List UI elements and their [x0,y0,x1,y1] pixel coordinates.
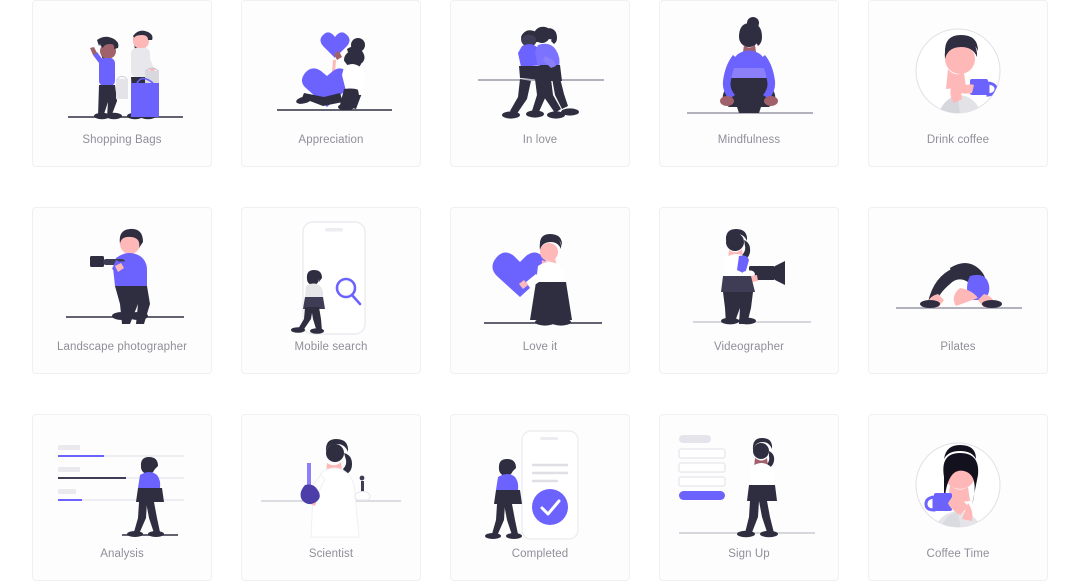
illustration-card-videographer[interactable]: Videographer [659,207,839,374]
illustration-card-scientist[interactable]: Scientist [241,414,421,581]
mindfulness-illustration [665,9,833,133]
card-label: Love it [522,341,558,353]
illustration-card-landscape-photographer[interactable]: Landscape photographer [32,207,212,374]
card-label: Scientist [308,548,354,560]
illustration-card-in-love[interactable]: In love [450,0,630,167]
illustration-card-drink-coffee[interactable]: Drink coffee [868,0,1048,167]
card-label: Videographer [713,341,785,353]
sign-up-illustration [665,423,833,547]
in-love-illustration [456,9,624,133]
illustration-card-appreciation[interactable]: Appreciation [241,0,421,167]
card-label: Landscape photographer [56,341,188,353]
mobile-search-illustration [247,216,415,340]
illustration-card-mindfulness[interactable]: Mindfulness [659,0,839,167]
card-label: Sign Up [728,548,770,560]
illustration-card-shopping-bags[interactable]: Shopping Bags [32,0,212,167]
card-label: Coffee Time [926,548,990,560]
coffee-time-illustration [874,423,1042,547]
analysis-illustration [38,423,206,547]
card-label: Appreciation [298,134,364,146]
illustration-card-coffee-time[interactable]: Coffee Time [868,414,1048,581]
card-label: In love [522,134,558,146]
card-label: Mobile search [294,341,368,353]
card-label: Mindfulness [717,134,781,146]
card-label: Shopping Bags [82,134,162,146]
illustration-card-love-it[interactable]: Love it [450,207,630,374]
card-label: Analysis [100,548,144,560]
drink-coffee-illustration [874,9,1042,133]
videographer-illustration [665,216,833,340]
illustration-card-completed[interactable]: Completed [450,414,630,581]
shopping-bags-illustration [38,9,206,133]
scientist-illustration [247,423,415,547]
love-it-illustration [456,216,624,340]
landscape-photographer-illustration [38,216,206,340]
illustration-gallery-grid: Shopping Bags Appreciation In love Mindf… [0,0,1083,581]
illustration-card-mobile-search[interactable]: Mobile search [241,207,421,374]
card-label: Pilates [940,341,976,353]
card-label: Completed [511,548,569,560]
illustration-card-sign-up[interactable]: Sign Up [659,414,839,581]
illustration-card-pilates[interactable]: Pilates [868,207,1048,374]
pilates-illustration [874,216,1042,340]
appreciation-illustration [247,9,415,133]
completed-illustration [456,423,624,547]
card-label: Drink coffee [926,134,990,146]
illustration-card-analysis[interactable]: Analysis [32,414,212,581]
